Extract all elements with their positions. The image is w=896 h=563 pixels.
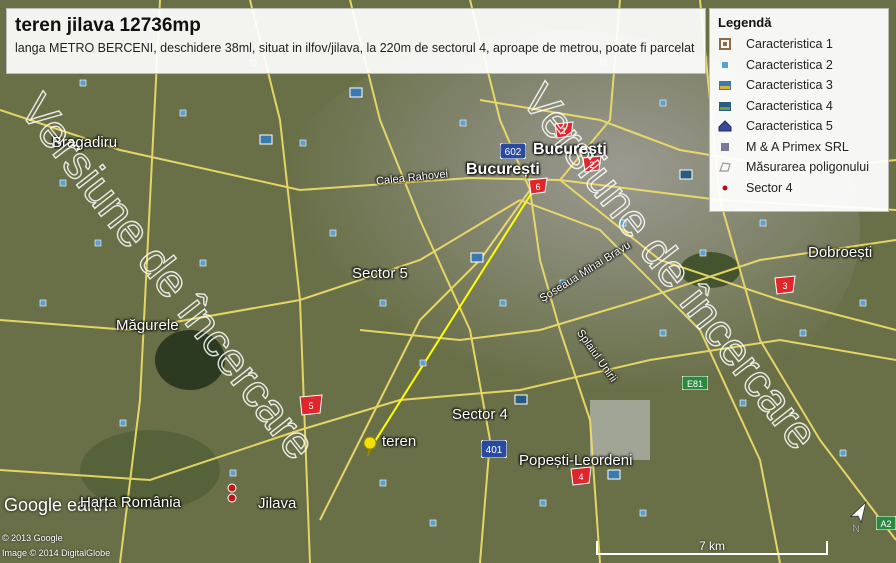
svg-text:3: 3 [782, 281, 787, 291]
legend-item[interactable]: Măsurarea poligonului [718, 157, 880, 178]
road-shield-e81: E81 [682, 376, 708, 390]
legend-label: Caracteristica 1 [746, 37, 833, 52]
legend-title: Legendă [718, 15, 772, 30]
legend-item[interactable]: Sector 4 [718, 178, 880, 199]
svg-text:A2: A2 [880, 519, 891, 529]
road-shield-401: 401 [481, 440, 507, 458]
small-dot-icon [718, 181, 732, 195]
photo-marker-icon [718, 78, 732, 92]
house-marker-icon [718, 119, 732, 133]
place-label-dobroesti: Dobroești [808, 244, 873, 261]
place-label-magurele: Măgurele [116, 317, 179, 334]
pushpin-icon[interactable] [360, 434, 380, 456]
legend-label: Caracteristica 4 [746, 98, 833, 113]
svg-text:E81: E81 [687, 379, 703, 389]
copyright-imagery: Image © 2014 DigitalGlobe [2, 548, 111, 558]
svg-text:5: 5 [308, 401, 313, 411]
road-shield-602: 602 [500, 143, 526, 159]
svg-text:602: 602 [505, 147, 522, 158]
place-label-sector-4: Sector 4 [452, 406, 508, 423]
map-pin-icon[interactable] [225, 482, 239, 504]
placemark-description: langa METRO BERCENI, deschidere 38ml, si… [15, 41, 695, 55]
legend-item[interactable]: Caracteristica 5 [718, 116, 880, 137]
svg-text:N: N [852, 523, 860, 535]
placemark-title: teren jilava 12736mp [15, 15, 201, 36]
legend-item[interactable]: Caracteristica 3 [718, 75, 880, 96]
greenhouses [590, 400, 650, 460]
sector-marker-4[interactable]: 4 [569, 465, 593, 487]
legend-label: Caracteristica 3 [746, 78, 833, 93]
svg-text:401: 401 [486, 445, 503, 456]
legend-panel: Legendă Caracteristica 1 Caracteristica … [709, 8, 889, 212]
polygon-icon [718, 160, 732, 174]
place-label-jilava: Jilava [258, 495, 297, 512]
road-shield-a2: A2 [876, 516, 896, 530]
legend-label: Caracteristica 2 [746, 57, 833, 72]
legend-item[interactable]: Caracteristica 1 [718, 34, 880, 55]
svg-text:1: 1 [561, 126, 566, 136]
scale-label: 7 km [698, 539, 725, 553]
legend-label: Caracteristica 5 [746, 119, 833, 134]
legend-label: M & A Primex SRL [746, 139, 849, 154]
placemark-balloon: teren jilava 12736mp langa METRO BERCENI… [6, 8, 706, 74]
square-marker-icon [718, 37, 732, 51]
legend-label: Sector 4 [746, 180, 793, 195]
legend-item[interactable]: M & A Primex SRL [718, 137, 880, 158]
copyright-google: © 2013 Google [2, 533, 63, 543]
legend-item[interactable]: Caracteristica 2 [718, 55, 880, 76]
dot-marker-icon [718, 58, 732, 72]
grid-marker-icon [718, 140, 732, 154]
sector-marker-5[interactable]: 5 [298, 393, 324, 417]
harta-romania-label: Harta România [80, 494, 181, 511]
north-arrow-icon[interactable]: N [838, 496, 878, 536]
sector-marker-3[interactable]: 3 [773, 274, 797, 296]
sector-marker-6[interactable]: 6 [527, 176, 549, 196]
svg-text:2: 2 [589, 160, 594, 170]
svg-text:4: 4 [578, 472, 583, 482]
magurele-forest [155, 330, 225, 390]
place-label-sector-5: Sector 5 [352, 265, 408, 282]
place-label-teren: teren [382, 433, 417, 450]
legend-item[interactable]: Caracteristica 4 [718, 96, 880, 117]
place-label-bragadiru: Bragadiru [52, 134, 118, 151]
sector-marker-2[interactable]: 2 [581, 154, 603, 174]
svg-text:6: 6 [535, 182, 540, 192]
sector-marker-1[interactable]: 1 [553, 120, 575, 140]
legend-label: Măsurarea poligonului [746, 160, 869, 175]
scale-bar: 7 km [596, 539, 828, 555]
photo-marker-icon [718, 99, 732, 113]
